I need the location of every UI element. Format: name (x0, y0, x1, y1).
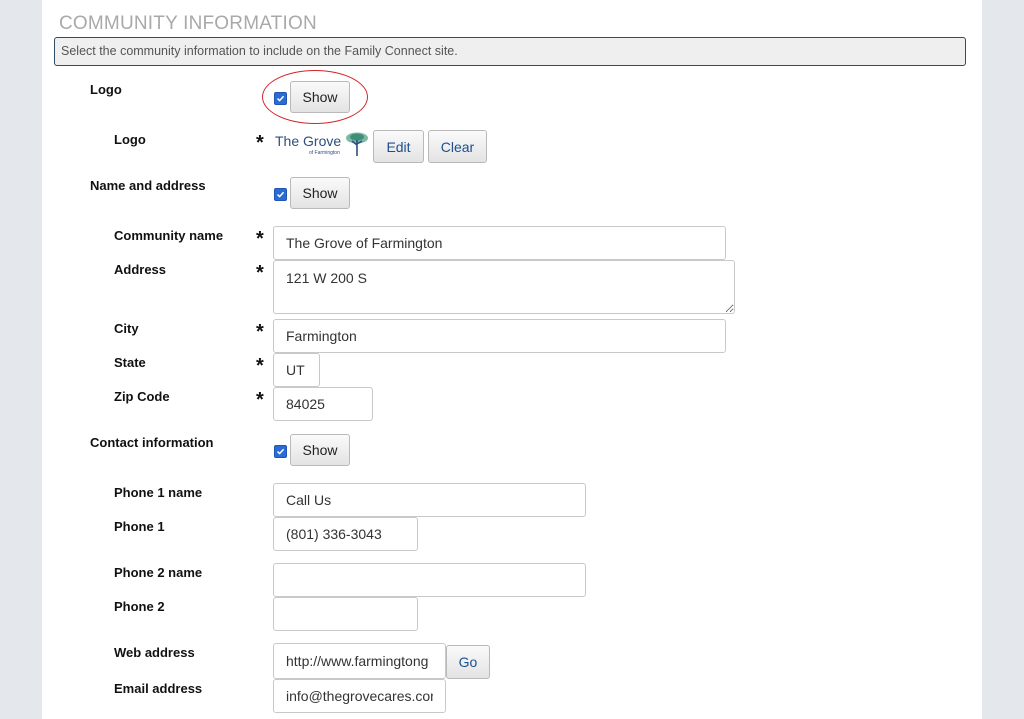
required-marker: * (256, 132, 264, 154)
phone1-input[interactable] (273, 517, 418, 551)
community-information-panel: COMMUNITY INFORMATION Select the communi… (42, 0, 982, 719)
phone1-label: Phone 1 (114, 519, 165, 534)
name-address-show-button[interactable]: Show (290, 177, 350, 209)
section-description: Select the community information to incl… (54, 37, 966, 66)
section-title: COMMUNITY INFORMATION (59, 13, 317, 34)
address-textarea[interactable]: 121 W 200 S (273, 260, 735, 314)
email-address-input[interactable] (273, 679, 446, 713)
name-address-group-label: Name and address (90, 178, 206, 193)
required-marker: * (256, 321, 264, 343)
checkmark-icon (276, 95, 285, 102)
phone2-name-input[interactable] (273, 563, 586, 597)
phone1-name-label: Phone 1 name (114, 485, 203, 500)
required-marker: * (256, 262, 264, 284)
contact-show-checkbox[interactable] (274, 445, 287, 458)
email-address-label: Email address (114, 681, 203, 696)
logo-group-label: Logo (90, 82, 122, 97)
web-address-label: Web address (114, 645, 195, 660)
zip-code-label: Zip Code (114, 389, 170, 404)
logo-subtext: of Farmington (309, 150, 340, 156)
zip-code-input[interactable] (273, 387, 373, 421)
state-input[interactable] (273, 353, 320, 387)
logo-edit-button[interactable]: Edit (373, 130, 424, 163)
required-marker: * (256, 228, 264, 250)
logo-clear-button[interactable]: Clear (428, 130, 487, 163)
name-address-show-checkbox[interactable] (274, 188, 287, 201)
required-marker: * (256, 355, 264, 377)
checkmark-icon (276, 191, 285, 198)
contact-show-button[interactable]: Show (290, 434, 350, 466)
community-name-label: Community name (114, 228, 224, 243)
phone2-label: Phone 2 (114, 599, 165, 614)
phone2-name-label: Phone 2 name (114, 565, 203, 580)
logo-field-label: Logo (114, 132, 146, 147)
web-address-input[interactable] (273, 643, 446, 679)
logo-text: The Grove (275, 133, 342, 149)
web-go-button[interactable]: Go (446, 645, 490, 679)
phone1-name-input[interactable] (273, 483, 586, 517)
community-logo-image: The Grove of Farmington (275, 131, 371, 161)
city-input[interactable] (273, 319, 726, 353)
contact-group-label: Contact information (90, 435, 214, 450)
city-label: City (114, 321, 139, 336)
required-marker: * (256, 389, 264, 411)
phone2-input[interactable] (273, 597, 418, 631)
checkmark-icon (276, 448, 285, 455)
logo-show-checkbox[interactable] (274, 92, 287, 105)
community-name-input[interactable] (273, 226, 726, 260)
tree-icon (346, 132, 368, 156)
address-label: Address (114, 262, 167, 277)
logo-show-button[interactable]: Show (290, 81, 350, 113)
state-label: State (114, 355, 146, 370)
